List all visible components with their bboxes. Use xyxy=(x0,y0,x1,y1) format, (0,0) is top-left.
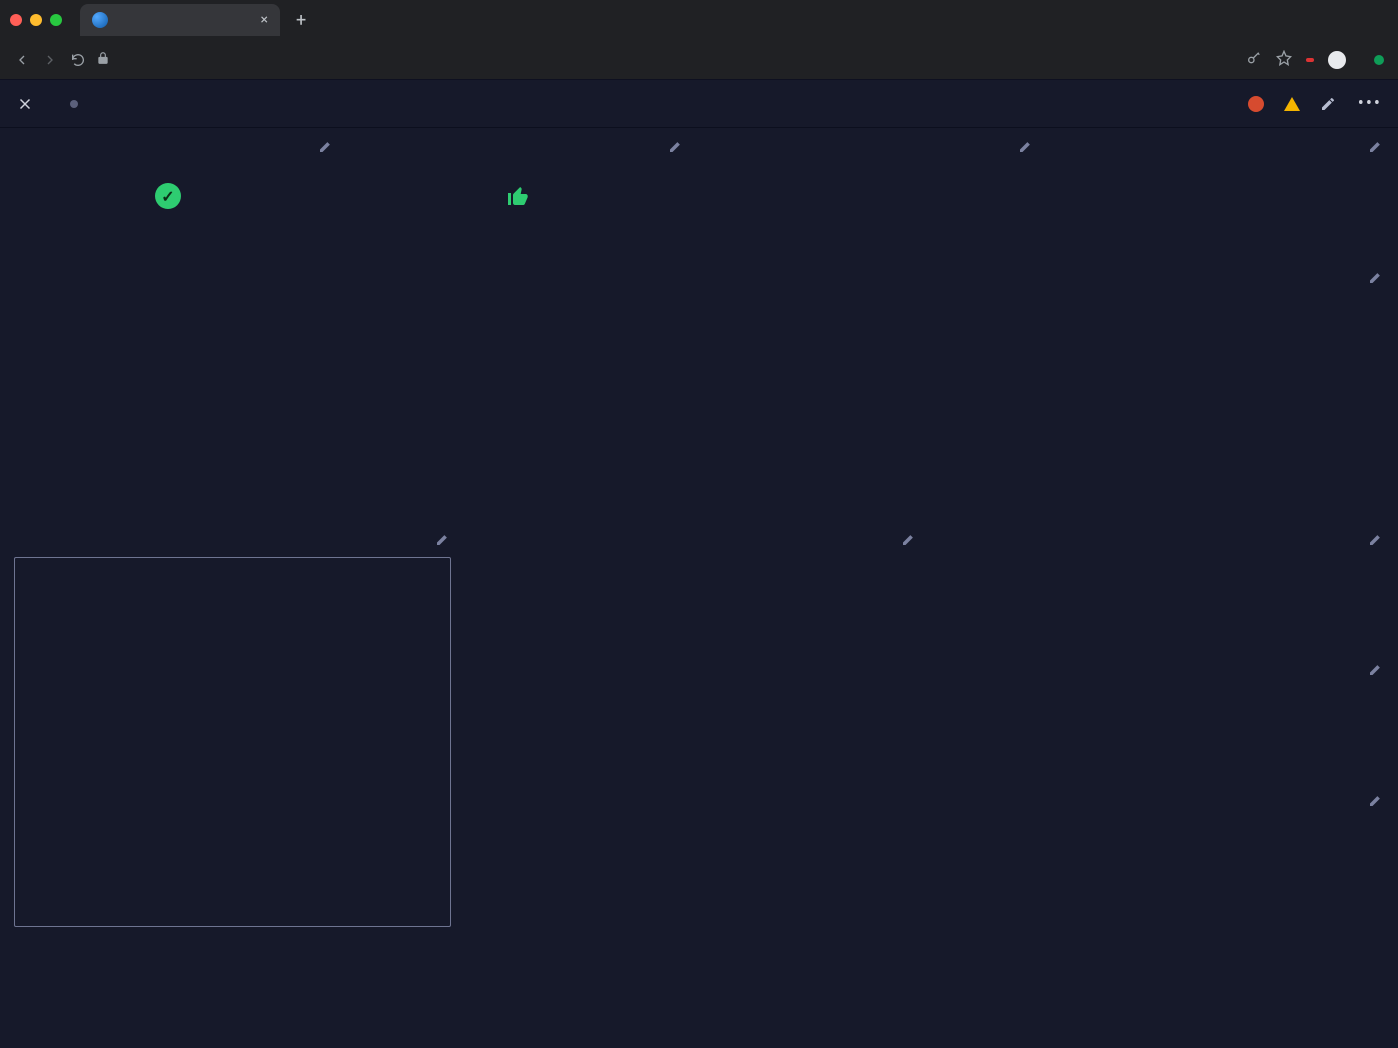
edit-button[interactable] xyxy=(1320,96,1342,112)
key-icon[interactable] xyxy=(1246,50,1262,69)
close-tab-icon[interactable]: × xyxy=(261,12,268,28)
warning-icon xyxy=(1284,97,1300,111)
nav-buttons xyxy=(14,52,86,68)
reload-icon[interactable] xyxy=(70,52,86,68)
forward-icon[interactable] xyxy=(42,52,58,68)
more-menu-icon[interactable]: ••• xyxy=(1358,93,1382,114)
weight-line-chart[interactable] xyxy=(14,285,1384,521)
app-header: ••• xyxy=(0,80,1398,128)
unsaved-indicator xyxy=(70,100,78,108)
pencil-icon xyxy=(1320,96,1336,112)
lock-icon xyxy=(96,51,110,69)
close-dashboard-icon[interactable] xyxy=(16,95,34,113)
card-edit-icon[interactable] xyxy=(435,531,451,547)
check-circle-icon: ✓ xyxy=(155,183,181,209)
maximize-window-dot[interactable] xyxy=(50,14,62,26)
card-weight-chart xyxy=(0,259,1398,519)
card-edit-icon[interactable] xyxy=(1368,138,1384,154)
close-window-dot[interactable] xyxy=(10,14,22,26)
card-max-weight xyxy=(933,521,1398,650)
thumbs-up-icon xyxy=(506,184,530,208)
card-weight-value xyxy=(1050,128,1398,257)
card-quality xyxy=(467,521,932,1042)
card-edit-icon[interactable] xyxy=(1368,269,1384,285)
extension-badge[interactable] xyxy=(1306,58,1314,62)
card-edit-icon[interactable] xyxy=(1368,792,1384,808)
alert-badge[interactable] xyxy=(1248,96,1268,112)
address-bar[interactable] xyxy=(96,51,1236,69)
card-total-quantity xyxy=(700,128,1048,257)
browser-right-controls xyxy=(1246,50,1384,69)
dashboard-grid: ✓ xyxy=(0,128,1398,1042)
temp-line-chart[interactable] xyxy=(947,808,1384,1044)
browser-toolbar xyxy=(0,40,1398,80)
back-icon[interactable] xyxy=(14,52,30,68)
card-temp xyxy=(933,782,1398,1042)
quality-gauge xyxy=(509,577,889,897)
star-icon[interactable] xyxy=(1276,50,1292,69)
card-edit-icon[interactable] xyxy=(1368,661,1384,677)
card-edit-icon[interactable] xyxy=(901,531,917,547)
window-controls[interactable] xyxy=(10,14,62,26)
minimize-window-dot[interactable] xyxy=(30,14,42,26)
status-dot xyxy=(1374,55,1384,65)
tab-favicon xyxy=(92,12,108,28)
card-production-level xyxy=(350,128,698,257)
card-weight-status: ✓ xyxy=(0,128,348,257)
new-tab-button[interactable]: + xyxy=(290,10,312,31)
card-min-weight xyxy=(933,651,1398,780)
metric-value xyxy=(1064,154,1384,239)
card-efficiency xyxy=(0,521,465,1042)
efficiency-tank xyxy=(14,557,451,927)
warning-badge[interactable] xyxy=(1284,97,1304,111)
metric-value xyxy=(714,154,1034,239)
card-edit-icon[interactable] xyxy=(318,138,334,154)
card-edit-icon[interactable] xyxy=(1368,531,1384,547)
card-edit-icon[interactable] xyxy=(668,138,684,154)
browser-tab[interactable]: × xyxy=(80,4,280,36)
alert-icon xyxy=(1248,96,1264,112)
card-edit-icon[interactable] xyxy=(1018,138,1034,154)
profile-avatar[interactable] xyxy=(1328,51,1346,69)
browser-tabs: × + xyxy=(0,0,1398,40)
